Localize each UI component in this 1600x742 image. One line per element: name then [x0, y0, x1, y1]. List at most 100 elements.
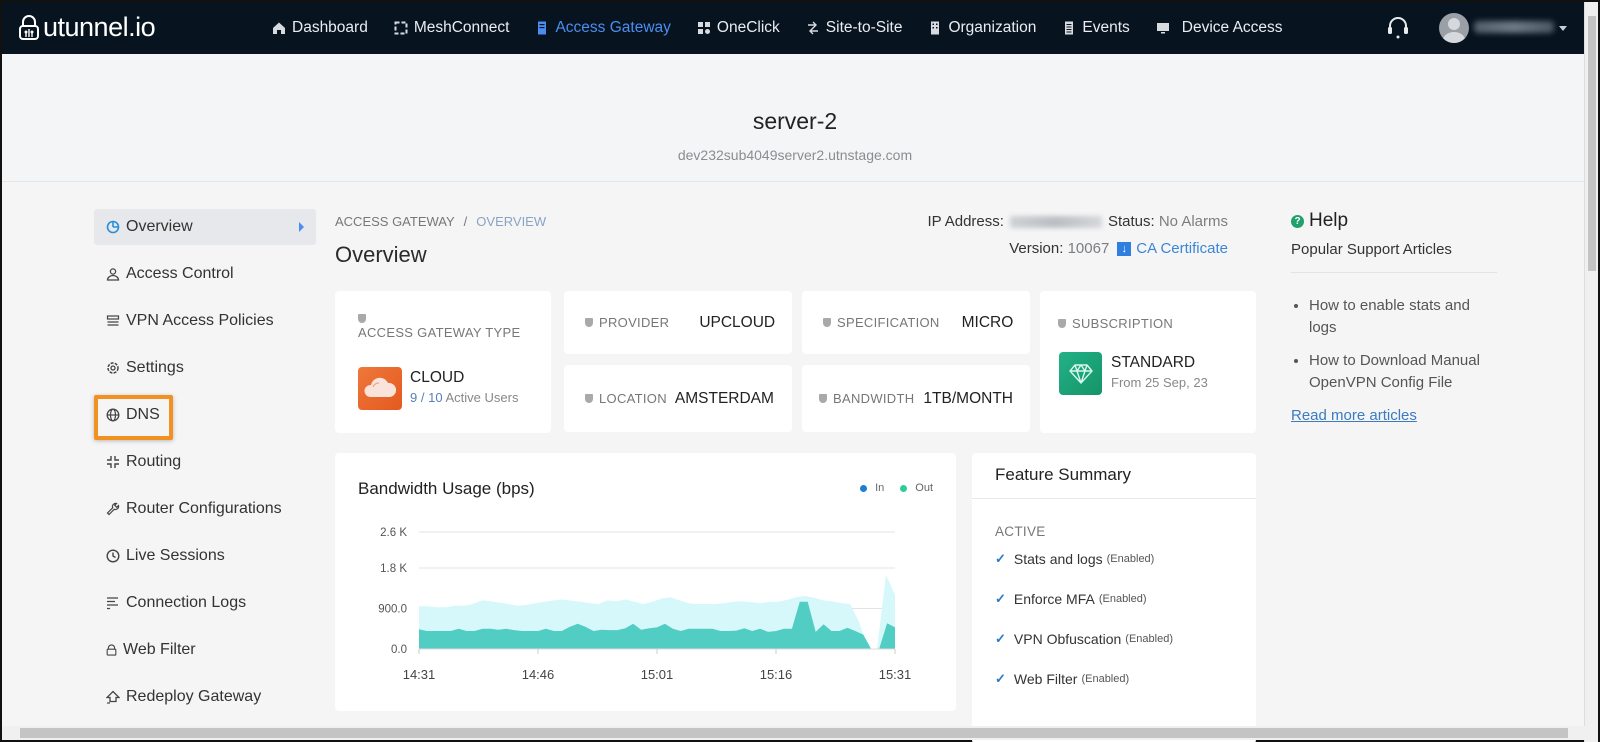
brand-logo[interactable]: utunnel.io	[18, 12, 156, 43]
location-value: AMSTERDAM	[674, 389, 774, 407]
sidebar-item-vpn-access-policies[interactable]: VPN Access Policies	[94, 303, 316, 339]
nav-dashboard[interactable]: Dashboard	[272, 2, 368, 54]
horizontal-scrollbar[interactable]	[2, 726, 1588, 740]
sidebar-item-access-control[interactable]: Access Control	[94, 256, 316, 292]
sidebar-item-label: Settings	[126, 359, 184, 376]
sidebar-item-label: Redeploy Gateway	[126, 688, 262, 705]
sidebar-item-redeploy-gateway[interactable]: Redeploy Gateway	[94, 679, 316, 715]
headset-support-icon[interactable]	[1387, 16, 1409, 40]
nav-label: Site-to-Site	[825, 19, 903, 36]
feature-summary-title: Feature Summary	[995, 465, 1132, 484]
sidebar-item-connection-logs[interactable]: Connection Logs	[94, 585, 316, 621]
sidebar-item-label: Live Sessions	[126, 547, 225, 564]
cloud-icon	[358, 367, 402, 410]
home-icon	[273, 22, 285, 34]
status-value: No Alarms	[1158, 213, 1228, 230]
user-avatar[interactable]	[1439, 13, 1469, 43]
x-tick-label: 15:01	[641, 667, 674, 682]
feature-item: ✓ Enforce MFA (Enabled)	[995, 591, 1147, 607]
nav-access-gateway[interactable]: Access Gateway	[535, 2, 671, 60]
specification-label: SPECIFICATION	[837, 315, 940, 330]
nav-meshconnect[interactable]: MeshConnect	[394, 2, 510, 54]
sidebar-item-overview[interactable]: Overview	[94, 209, 316, 245]
chevron-right-icon	[299, 222, 304, 232]
sidebar-item-settings[interactable]: Settings	[94, 350, 316, 386]
location-card: LOCATION AMSTERDAM	[564, 365, 792, 432]
download-icon: ↓	[1117, 241, 1132, 256]
ip-address-redacted	[1009, 215, 1102, 228]
divider	[1291, 272, 1497, 273]
active-users-count: 9 / 10 Active Users	[410, 390, 519, 405]
username-redacted[interactable]	[1474, 21, 1554, 33]
feature-item: ✓ VPN Obfuscation (Enabled)	[995, 631, 1173, 647]
bandwidth-value: 1TB/MONTH	[923, 389, 1013, 407]
sidebar-item-label: Web Filter	[123, 641, 196, 658]
y-tick-label: 1.8 K	[380, 563, 407, 575]
help-subtitle: Popular Support Articles	[1291, 241, 1452, 258]
diamond-icon	[1059, 352, 1102, 395]
sidebar-item-label: Overview	[126, 218, 193, 235]
nav-oneclick[interactable]: OneClick	[697, 2, 780, 54]
status-label: Status:	[1107, 213, 1155, 230]
redeploy-icon	[106, 690, 120, 704]
y-tick-label: 900.0	[378, 604, 407, 616]
oneclick-icon	[697, 22, 710, 34]
monitor-icon	[1156, 23, 1169, 34]
scrollbar-thumb[interactable]	[20, 728, 1568, 738]
feature-item: ✓ Stats and logs (Enabled)	[995, 551, 1154, 567]
user-menu-caret-icon[interactable]	[1559, 26, 1567, 31]
brand-name: utunnel.io	[43, 12, 156, 42]
checkmark-icon: ✓	[995, 551, 1006, 566]
x-tick-label: 15:16	[760, 667, 793, 682]
site-to-site-icon	[807, 21, 818, 35]
breadcrumb-separator: /	[463, 214, 468, 229]
subscription-start-date: From 25 Sep, 23	[1111, 375, 1208, 390]
sidebar-item-label: Router Configurations	[126, 500, 282, 517]
version-label: Version:	[1009, 240, 1064, 257]
events-icon	[1065, 21, 1074, 35]
shield-icon	[823, 318, 831, 327]
checkmark-icon: ✓	[995, 591, 1006, 606]
sidebar-item-web-filter[interactable]: Web Filter	[94, 632, 316, 668]
sidebar-item-routing[interactable]: Routing	[94, 444, 316, 480]
help-article-link[interactable]: How to Download Manual OpenVPN Config Fi…	[1309, 350, 1497, 394]
nav-label: MeshConnect	[413, 19, 510, 36]
checkmark-icon: ✓	[995, 631, 1006, 646]
divider	[972, 498, 1256, 499]
nav-events[interactable]: Events	[1062, 2, 1130, 54]
sidebar-item-live-sessions[interactable]: Live Sessions	[94, 538, 316, 574]
scrollbar-thumb[interactable]	[1588, 16, 1596, 271]
nav-label: Access Gateway	[555, 19, 671, 36]
bandwidth-label: BANDWIDTH	[833, 391, 915, 406]
vertical-scrollbar[interactable]	[1584, 2, 1598, 742]
ip-address-label: IP Address:	[927, 213, 1004, 230]
wrench-icon	[106, 502, 120, 516]
question-circle-icon: ?	[1291, 214, 1304, 228]
clock-icon	[106, 549, 120, 563]
read-more-articles-link[interactable]: Read more articles	[1291, 407, 1497, 424]
bandwidth-chart: 0.0 900.0 1.8 K 2.6 K 14:31 14:46 15:01 15:16 15…	[378, 527, 911, 682]
breadcrumb-parent[interactable]: ACCESS GATEWAY	[335, 214, 455, 229]
top-navbar: utunnel.io Dashboard MeshConnect Access …	[2, 2, 1588, 60]
gateway-type-card: ACCESS GATEWAY TYPE CLOUD 9 / 10 Active …	[335, 291, 551, 433]
server-header: server-2 dev232sub4049server2.utnstage.c…	[2, 54, 1588, 182]
nav-device-access[interactable]: Device Access	[1156, 2, 1283, 54]
bandwidth-card: BANDWIDTH 1TB/MONTH	[802, 365, 1030, 432]
building-icon	[931, 21, 940, 35]
sidebar-item-router-configurations[interactable]: Router Configurations	[94, 491, 316, 527]
nav-organization[interactable]: Organization	[928, 2, 1036, 54]
logs-icon	[107, 597, 118, 610]
feature-name: VPN Obfuscation	[1013, 631, 1122, 647]
location-label: LOCATION	[599, 391, 667, 406]
server-name: server-2	[752, 108, 838, 134]
feature-state: (Enabled)	[1125, 633, 1173, 645]
ca-certificate-link[interactable]: ↓ CA Certificate	[1117, 240, 1228, 257]
routing-icon	[107, 456, 119, 468]
nav-label: Device Access	[1181, 19, 1283, 36]
ca-certificate-label: CA Certificate	[1136, 240, 1228, 257]
nav-label: Dashboard	[292, 19, 368, 36]
dns-highlight-box	[94, 395, 173, 440]
help-article-link[interactable]: How to enable stats and logs	[1309, 295, 1497, 339]
nav-site-to-site[interactable]: Site-to-Site	[806, 2, 903, 54]
specification-value: MICRO	[961, 313, 1014, 331]
